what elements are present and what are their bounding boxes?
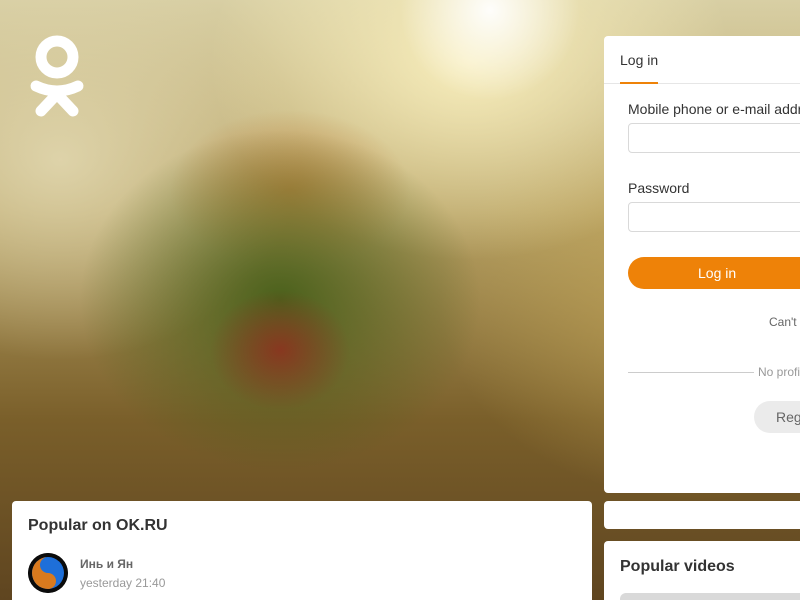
password-input[interactable] [628, 202, 800, 232]
login-form: Log in Mobile phone or e-mail addr Passw… [604, 36, 800, 493]
post-author[interactable]: Инь и Ян [80, 557, 133, 571]
blank-panel [604, 501, 800, 529]
popular-title: Popular on OK.RU [28, 517, 168, 534]
login-page: Log in Mobile phone or e-mail addr Passw… [0, 0, 800, 600]
tab-login[interactable]: Log in [620, 52, 659, 84]
phone-email-label: Mobile phone or e-mail addr [628, 101, 800, 117]
password-label: Password [628, 180, 690, 196]
video-thumbnail[interactable] [620, 593, 800, 600]
post-time: yesterday 21:40 [80, 576, 166, 590]
cant-login-link[interactable]: Can't [769, 315, 797, 329]
login-tabs: Log in [604, 36, 800, 84]
videos-title: Popular videos [620, 558, 735, 575]
popular-videos: Popular videos [604, 541, 800, 600]
no-profile-text: No profi [758, 365, 800, 379]
yin-yang-icon[interactable] [28, 553, 68, 593]
phone-email-input[interactable] [628, 123, 800, 153]
login-button[interactable]: Log in [628, 257, 800, 289]
divider [628, 372, 754, 373]
ok-logo-icon[interactable] [28, 34, 86, 122]
register-button[interactable]: Reg [754, 401, 800, 433]
popular-feed: Popular on OK.RU Инь и Ян yesterday 21:4… [12, 501, 592, 600]
